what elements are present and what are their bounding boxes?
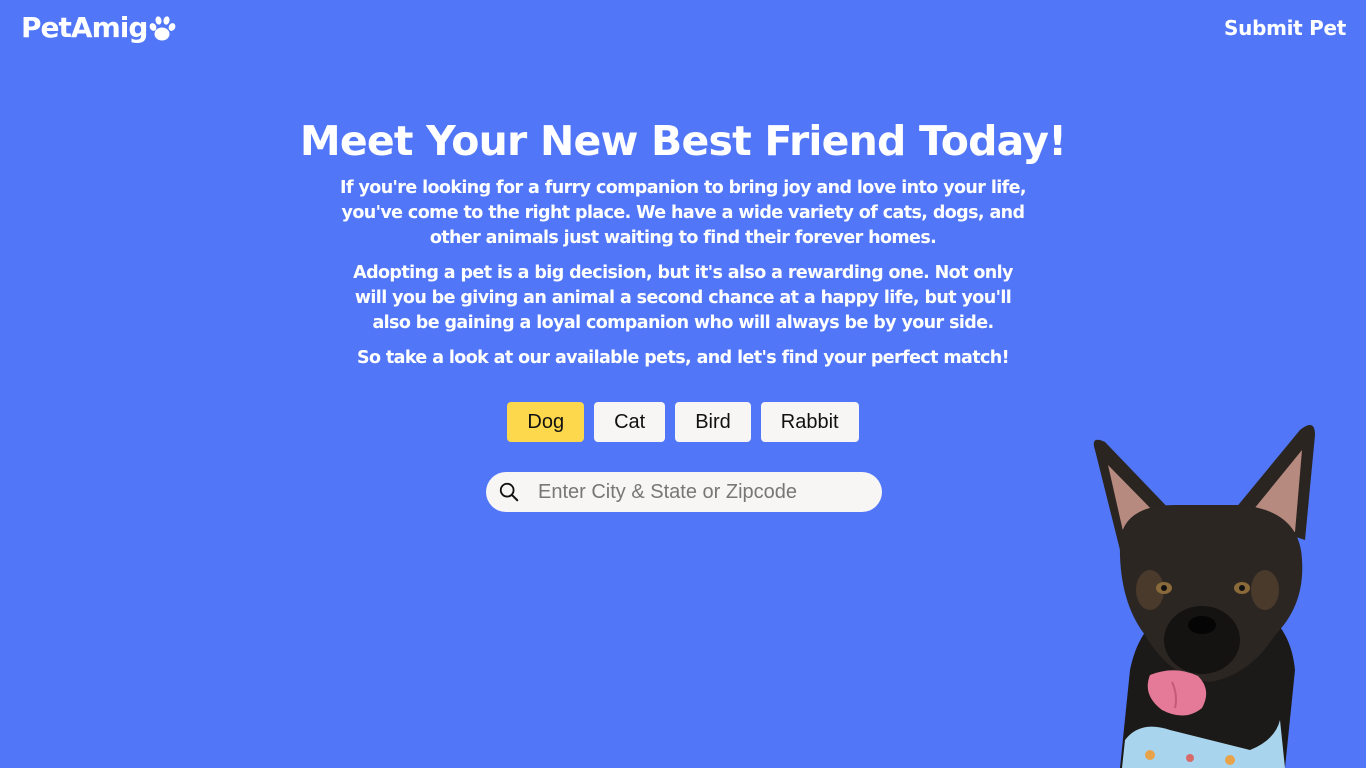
- hero-paragraph-call-to-action: So take a look at our available pets, an…: [356, 348, 1010, 368]
- logo-text: PetAmig: [21, 11, 148, 44]
- logo[interactable]: PetAmig: [21, 11, 177, 45]
- landing-page: PetAmig Submit Pet Meet Your New Best Fr…: [0, 0, 1366, 768]
- location-search-input[interactable]: [536, 479, 870, 505]
- hero-paragraph-intro: If you're looking for a furry companion …: [340, 178, 1027, 248]
- hero-paragraph-adopting: Adopting a pet is a big decision, but it…: [353, 263, 1013, 333]
- filter-cat-button[interactable]: Cat: [594, 402, 666, 442]
- submit-pet-link[interactable]: Submit Pet: [1224, 16, 1346, 40]
- filter-rabbit-button[interactable]: Rabbit: [760, 402, 859, 442]
- paw-icon: [150, 16, 176, 41]
- filter-bird-button[interactable]: Bird: [675, 402, 751, 442]
- hero-title: Meet Your New Best Friend Today!: [299, 117, 1067, 165]
- location-search-bar: [486, 472, 882, 512]
- search-icon[interactable]: [498, 481, 520, 503]
- dog-photo: [1093, 425, 1315, 768]
- filter-dog-button[interactable]: Dog: [507, 402, 585, 442]
- hero-section: Meet Your New Best Friend Today! If you'…: [0, 112, 1366, 371]
